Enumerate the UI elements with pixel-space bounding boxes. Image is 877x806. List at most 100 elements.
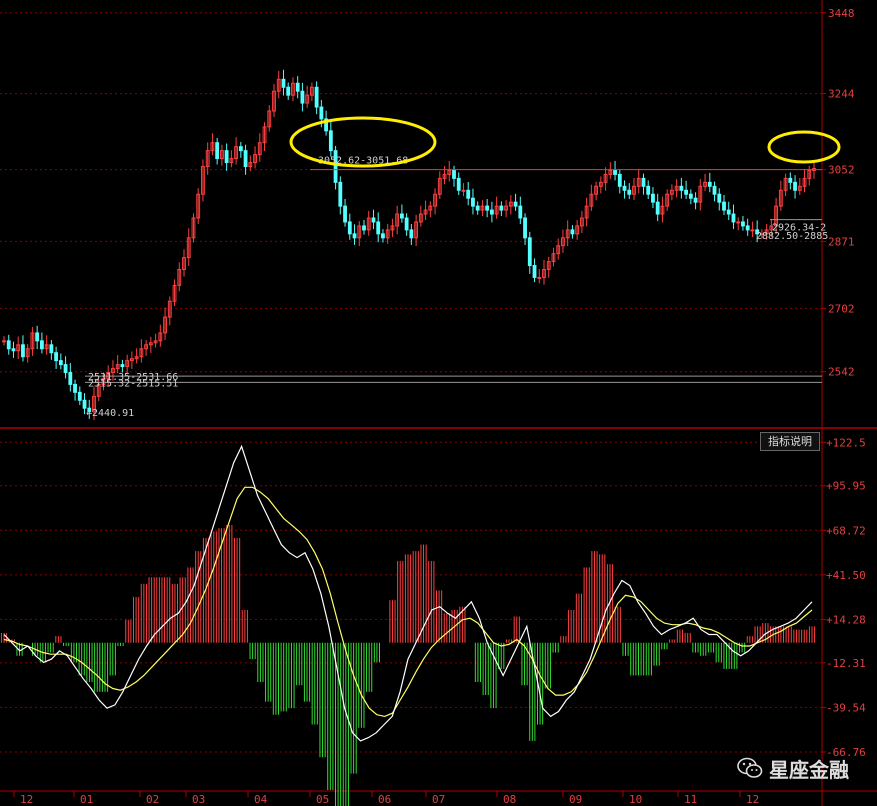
candle-body (120, 364, 125, 368)
x-tick-label: 04 (254, 793, 268, 806)
x-tick-label: 09 (569, 793, 582, 806)
macd-tick-label: +14.28 (826, 613, 866, 626)
candle-body (499, 205, 504, 211)
candle-body (295, 82, 300, 92)
watermark-text: 星座金融 (769, 757, 849, 782)
candle-body (461, 189, 466, 192)
candle-body (338, 181, 343, 207)
price-tick-label: 3052 (828, 164, 855, 177)
candle-body (788, 177, 793, 183)
candle-body (712, 185, 717, 195)
candle-body (49, 344, 54, 354)
candle-body (707, 181, 712, 187)
price-annotation: 2515.32-2515.51 (88, 378, 178, 389)
candle-body (731, 213, 736, 223)
candle-body (63, 364, 68, 374)
candle-body (655, 201, 660, 215)
candle-body (347, 221, 352, 235)
candle-body (471, 197, 475, 207)
candle-body (343, 205, 347, 223)
x-tick-label: 02 (146, 793, 159, 806)
highlight-ellipse (767, 130, 841, 164)
candle-body (300, 90, 305, 104)
candle-body (54, 352, 59, 362)
candle-body (745, 225, 750, 231)
candle-body (238, 146, 243, 152)
candle-body (489, 209, 494, 215)
candle-body (381, 233, 385, 239)
candle-body (717, 193, 722, 203)
macd-tick-label: -12.31 (826, 657, 866, 670)
candle-body (409, 229, 414, 239)
candle-body (527, 237, 532, 267)
candle-body (39, 340, 44, 350)
candle-body (532, 265, 537, 278)
x-tick-label: 12 (20, 793, 33, 806)
candle-body (466, 189, 471, 199)
macd-tick-label: +95.95 (826, 480, 866, 493)
candle-body (518, 205, 523, 219)
price-tick-label: 2542 (828, 366, 855, 379)
candle-body (376, 221, 381, 235)
candle-body (286, 86, 291, 96)
candle-body (513, 201, 518, 207)
candle-body (58, 360, 63, 366)
candle-body (726, 209, 731, 215)
candle-body (73, 383, 77, 393)
candle-body (243, 150, 248, 167)
macd-tick-label: +41.50 (826, 569, 866, 582)
candle-body (224, 150, 229, 164)
candle-body (793, 181, 797, 191)
candle-body (281, 78, 286, 88)
candle-body (452, 169, 456, 179)
indicator-explain-button[interactable]: 指标说明 (760, 432, 820, 451)
candle-body (404, 217, 409, 231)
candle-body (688, 193, 693, 199)
stock-chart[interactable]: 3448324430522871270225423052.62-3051.682… (0, 0, 877, 806)
candle-body (646, 185, 651, 195)
candle-body (523, 217, 527, 239)
candle-body (11, 348, 16, 352)
candle-body (319, 106, 324, 120)
x-tick-label: 05 (316, 793, 329, 806)
candle-body (693, 197, 698, 203)
candle-body (456, 177, 461, 191)
price-tick-label: 2702 (828, 302, 855, 315)
macd-tick-label: +68.72 (826, 524, 866, 537)
price-tick-label: 2871 (828, 235, 855, 248)
candle-body (684, 189, 689, 195)
candle-body (537, 276, 542, 279)
x-tick-label: 08 (503, 793, 516, 806)
x-tick-label: 07 (432, 793, 445, 806)
candle-body (399, 213, 404, 219)
candle-body (314, 86, 319, 108)
candle-body (622, 185, 627, 191)
candle-body (21, 344, 25, 358)
x-tick-label: 06 (378, 793, 391, 806)
candle-body (68, 372, 73, 385)
x-tick-label: 12 (746, 793, 759, 806)
price-annotation: ←2440.91 (86, 408, 134, 419)
price-tick-label: 3448 (828, 7, 855, 20)
price-annotation: 2882.50-2885 (756, 231, 828, 242)
candle-body (736, 221, 741, 224)
price-tick-label: 3244 (828, 88, 855, 101)
candle-body (750, 229, 755, 232)
macd-tick-label: +122.5 (826, 436, 866, 449)
candle-body (641, 177, 646, 187)
candle-body (2, 340, 6, 343)
candle-body (627, 189, 632, 195)
x-tick-label: 01 (80, 793, 93, 806)
candle-body (352, 233, 357, 239)
candle-body (613, 169, 617, 175)
macd-tick-label: -39.54 (826, 701, 866, 714)
candle-body (485, 205, 490, 211)
candle-body (77, 391, 82, 401)
candle-body (651, 193, 655, 203)
candle-body (617, 173, 622, 187)
x-tick-label: 03 (192, 793, 205, 806)
candle-body (371, 217, 376, 223)
candle-body (475, 205, 480, 211)
x-tick-label: 10 (629, 793, 642, 806)
candle-body (35, 332, 40, 342)
